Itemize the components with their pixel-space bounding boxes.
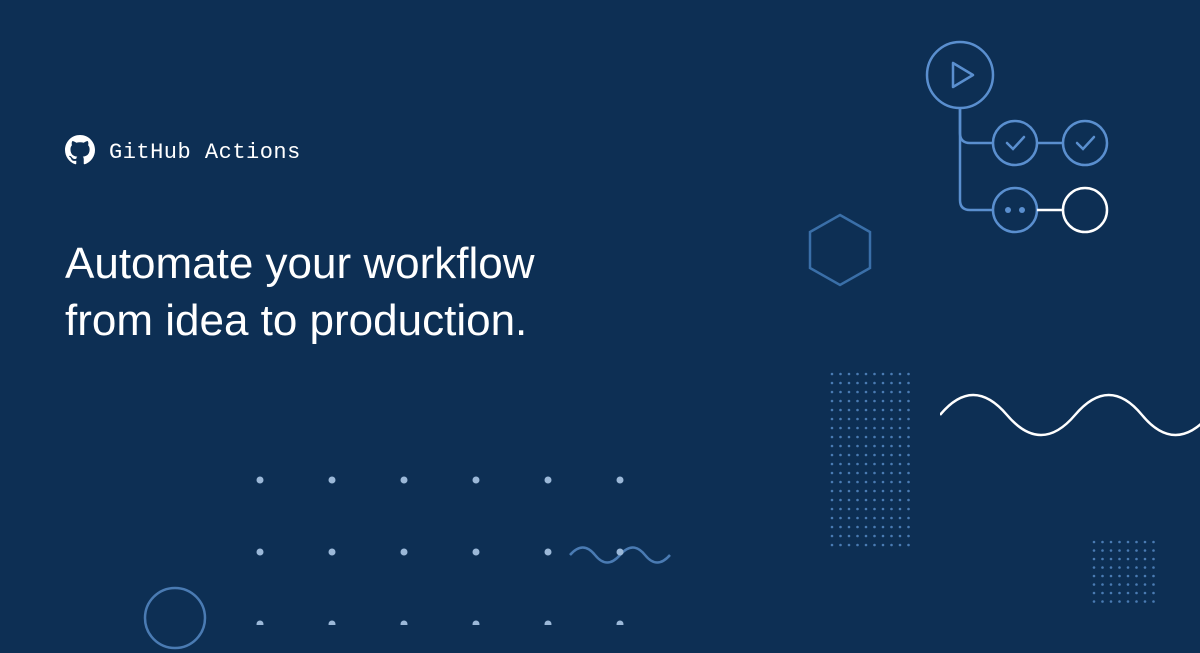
hexagon-icon <box>805 210 875 290</box>
circle-outline-icon <box>140 583 210 653</box>
wave-large-icon <box>940 370 1200 460</box>
headline-line-2: from idea to production. <box>65 296 527 345</box>
headline-line-1: Automate your workflow <box>65 239 535 288</box>
brand-row: GitHub Actions <box>65 135 535 170</box>
github-logo-icon <box>65 135 95 170</box>
workflow-diagram-icon <box>915 30 1145 240</box>
wave-small-icon <box>565 535 675 575</box>
dot-matrix-small-icon <box>1090 538 1160 608</box>
page-headline: Automate your workflow from idea to prod… <box>65 235 535 349</box>
dot-row-pattern-icon <box>255 475 685 625</box>
brand-name: GitHub Actions <box>109 140 301 165</box>
dot-matrix-pattern-icon <box>828 370 913 550</box>
